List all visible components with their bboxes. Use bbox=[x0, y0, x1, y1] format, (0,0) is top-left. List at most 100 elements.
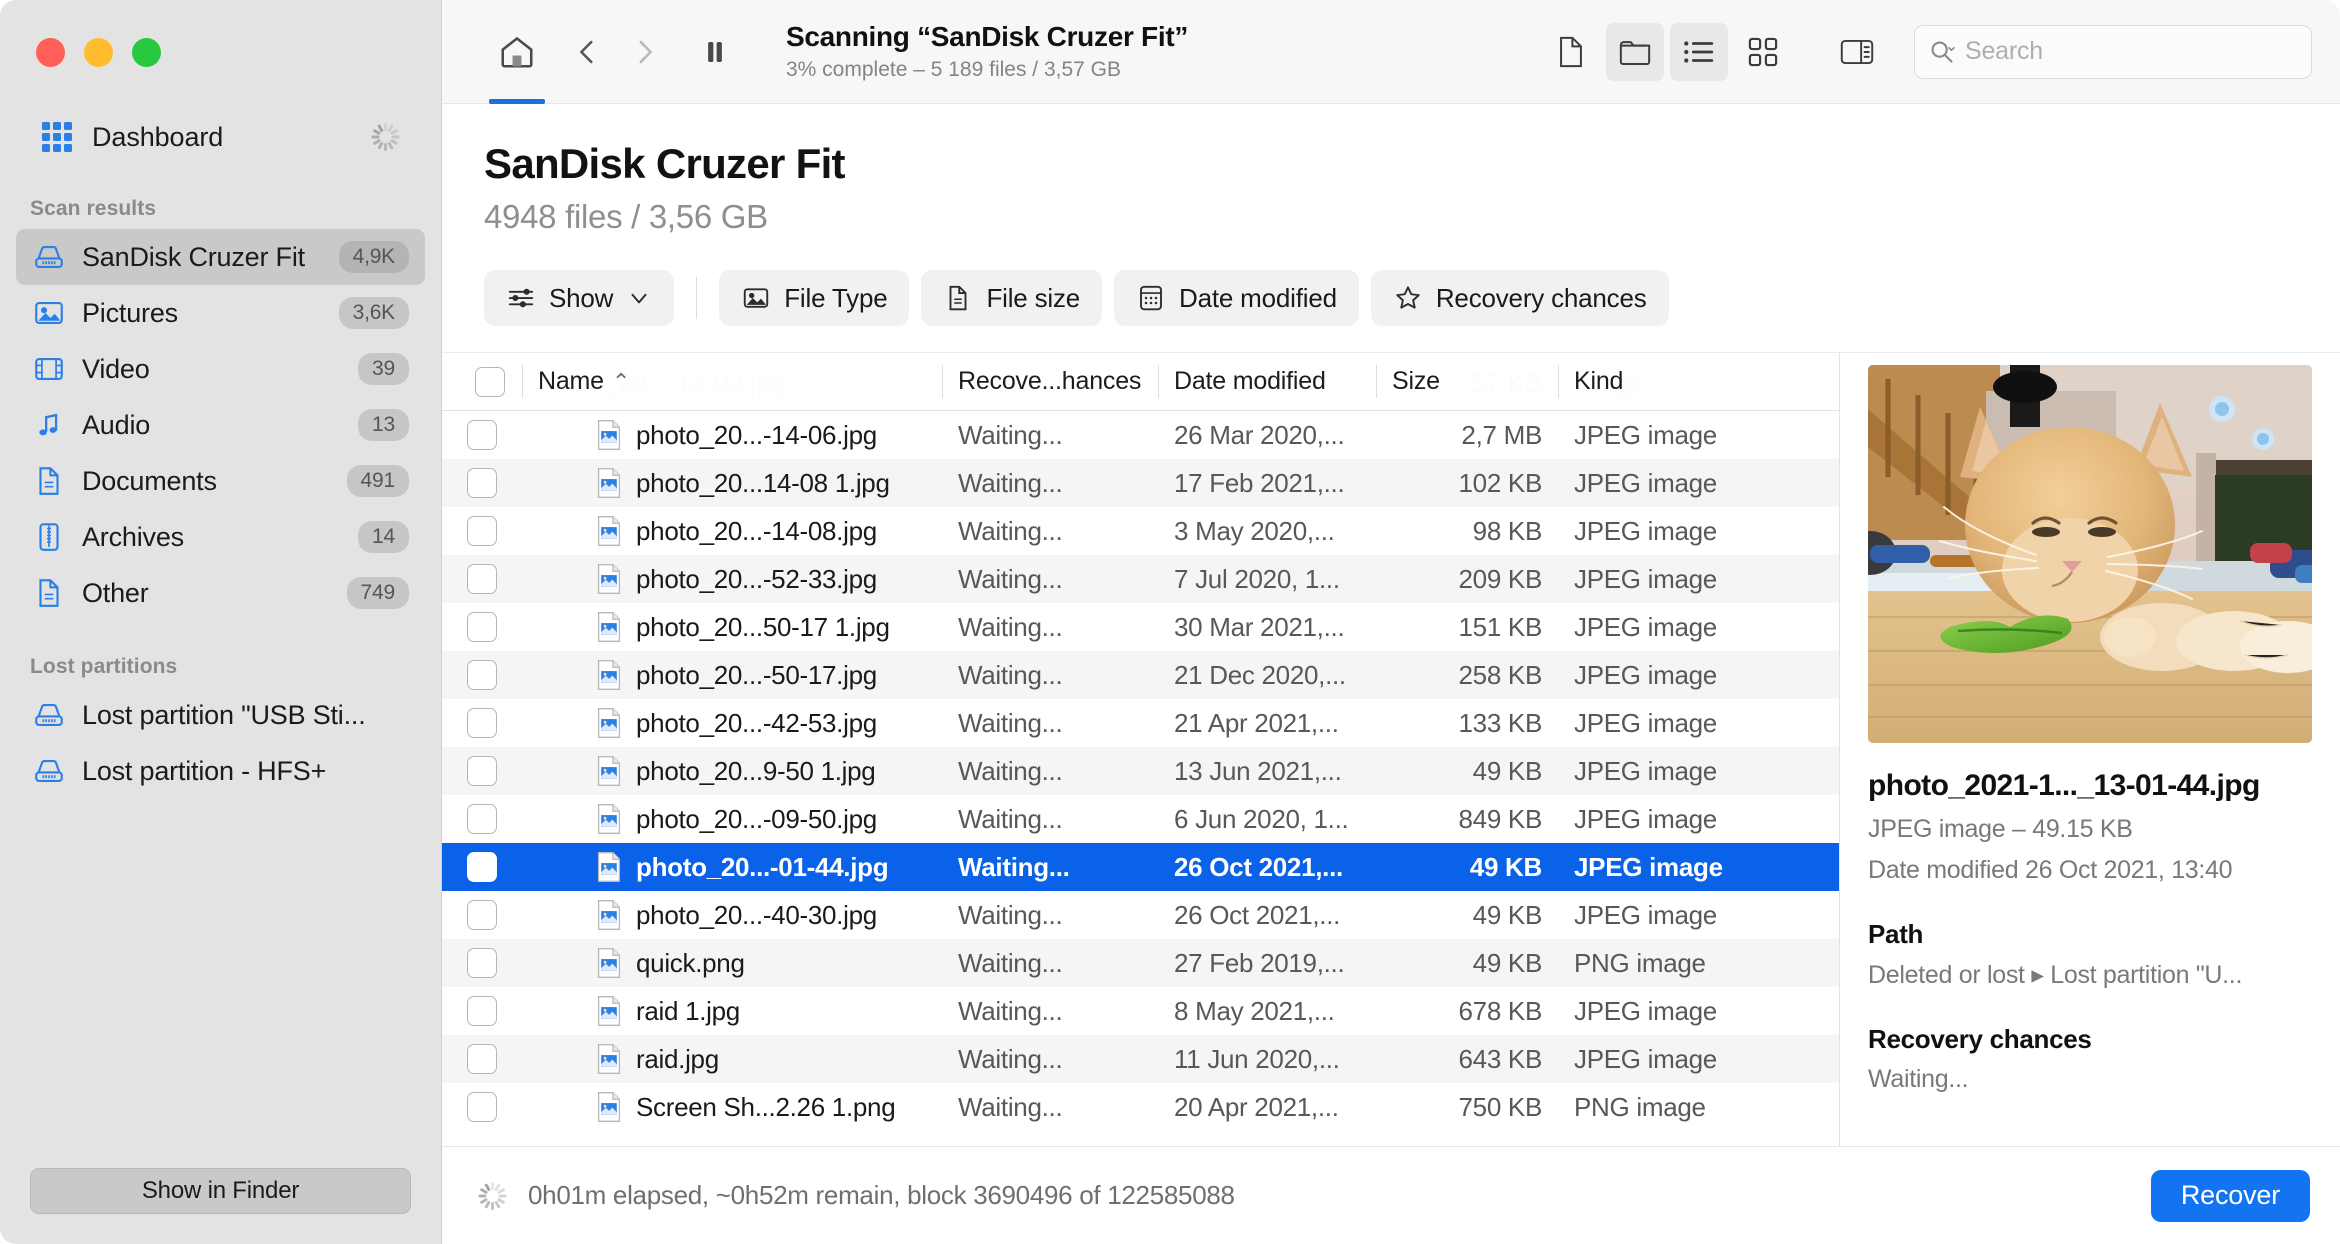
detail-date-modified: Date modified 26 Oct 2021, 13:40 bbox=[1868, 856, 2233, 884]
table-row[interactable]: photo_20...-52-33.jpg Waiting... 7 Jul 202… bbox=[442, 555, 1839, 603]
drive-icon bbox=[35, 704, 63, 726]
image-file-icon bbox=[596, 659, 622, 691]
show-in-finder-button[interactable]: Show in Finder bbox=[30, 1168, 411, 1214]
picture-icon bbox=[32, 296, 66, 330]
sidebar-item-lost-partition-hfs[interactable]: Lost partition - HFS+ bbox=[16, 743, 425, 799]
sidebar-item-other[interactable]: Other 749 bbox=[16, 565, 425, 621]
page-header: SanDisk Cruzer Fit 4948 files / 3,56 GB bbox=[442, 104, 2340, 236]
minimize-button[interactable] bbox=[84, 38, 113, 67]
cell-kind: JPEG image bbox=[1574, 515, 1717, 546]
search-input[interactable]: Search bbox=[1965, 37, 2043, 66]
cell-kind: JPEG image bbox=[1574, 995, 1717, 1026]
image-file-icon bbox=[596, 995, 622, 1027]
select-all-checkbox[interactable] bbox=[442, 353, 522, 410]
filter-file-type[interactable]: File Type bbox=[719, 270, 910, 326]
lost-partitions-list: Lost partition "USB Sti... Lost partition… bbox=[0, 687, 441, 799]
checkbox-icon bbox=[467, 612, 497, 642]
video-icon bbox=[32, 352, 66, 386]
file-table: photo_20...-14-02.jpg 57 KB image Name ⌃… bbox=[442, 353, 1840, 1146]
column-header-size[interactable]: Size bbox=[1376, 353, 1558, 410]
image-file-glyph bbox=[597, 996, 621, 1026]
table-row[interactable]: photo_20...-40-30.jpg Waiting... 26 Oct 20… bbox=[442, 891, 1839, 939]
sidebar-toggle-button[interactable] bbox=[1828, 23, 1886, 81]
document-icon bbox=[32, 576, 66, 610]
table-row[interactable]: raid.jpg Waiting... 11 Jun 2020,... 643 KB J… bbox=[442, 1035, 1839, 1083]
list-view-button[interactable] bbox=[1670, 22, 1728, 81]
pause-scan-button[interactable] bbox=[686, 23, 744, 81]
table-row[interactable]: photo_20...9-50 1.jpg Waiting... 13 Jun 20… bbox=[442, 747, 1839, 795]
sidebar-item-documents[interactable]: Documents 491 bbox=[16, 453, 425, 509]
row-checkbox[interactable] bbox=[442, 468, 522, 498]
close-button[interactable] bbox=[36, 38, 65, 67]
image-file-glyph bbox=[597, 612, 621, 642]
row-checkbox[interactable] bbox=[442, 948, 522, 978]
row-checkbox[interactable] bbox=[442, 660, 522, 690]
table-row[interactable]: quick.png Waiting... 27 Feb 2019,... 49 KB P… bbox=[442, 939, 1839, 987]
search-box[interactable]: Search bbox=[1914, 24, 2312, 79]
row-checkbox[interactable] bbox=[442, 1092, 522, 1122]
table-row[interactable]: photo_20...-09-50.jpg Waiting... 6 Jun 202… bbox=[442, 795, 1839, 843]
sidebar-item-pictures[interactable]: Pictures 3,6K bbox=[16, 285, 425, 341]
filter-show[interactable]: Show bbox=[484, 270, 675, 326]
row-checkbox[interactable] bbox=[442, 708, 522, 738]
table-row[interactable]: photo_20...-14-08.jpg Waiting... 3 May 202… bbox=[442, 507, 1839, 555]
filter-file-size[interactable]: File size bbox=[921, 270, 1103, 326]
file-view-button[interactable] bbox=[1542, 23, 1600, 81]
forward-button[interactable] bbox=[616, 23, 674, 81]
table-row[interactable]: raid 1.jpg Waiting... 8 May 2021,... 678 KB… bbox=[442, 987, 1839, 1035]
image-file-icon bbox=[596, 707, 622, 739]
sidebar-item-sandisk-cruzer-fit[interactable]: SanDisk Cruzer Fit 4,9K bbox=[16, 229, 425, 285]
audio-icon bbox=[32, 408, 66, 442]
cell-size: 133 KB bbox=[1458, 707, 1543, 738]
grid-view-button[interactable] bbox=[1734, 23, 1792, 81]
file-name: raid 1.jpg bbox=[636, 995, 740, 1026]
chevron-down-icon bbox=[631, 293, 647, 304]
table-row[interactable]: photo_20...-42-53.jpg Waiting... 21 Apr 20… bbox=[442, 699, 1839, 747]
row-checkbox[interactable] bbox=[442, 1044, 522, 1074]
row-checkbox[interactable] bbox=[442, 420, 522, 450]
toolbar-right-group: Search bbox=[1542, 22, 2312, 81]
filter-recovery-chances[interactable]: Recovery chances bbox=[1370, 270, 1669, 326]
table-row[interactable]: photo_20...14-08 1.jpg Waiting... 17 Feb 2… bbox=[442, 459, 1839, 507]
sidebar-item-archives[interactable]: Archives 14 bbox=[16, 509, 425, 565]
row-checkbox[interactable] bbox=[442, 756, 522, 786]
sidebar-item-video[interactable]: Video 39 bbox=[16, 341, 425, 397]
row-checkbox[interactable] bbox=[442, 612, 522, 642]
row-checkbox[interactable] bbox=[442, 996, 522, 1026]
cell-name: photo_20...50-17 1.jpg bbox=[522, 603, 942, 651]
table-row[interactable]: photo_20...50-17 1.jpg Waiting... 30 Mar 2… bbox=[442, 603, 1839, 651]
row-checkbox[interactable] bbox=[442, 900, 522, 930]
filter-date-modified[interactable]: Date modified bbox=[1114, 270, 1359, 326]
back-button[interactable] bbox=[558, 23, 616, 81]
file-name: raid.jpg bbox=[636, 1043, 719, 1074]
column-header-recovery[interactable]: Recove...hances bbox=[942, 353, 1158, 410]
sidebar-item-dashboard[interactable]: Dashboard bbox=[24, 111, 417, 163]
image-file-glyph bbox=[597, 708, 621, 738]
column-header-date[interactable]: Date modified bbox=[1158, 353, 1376, 410]
row-checkbox[interactable] bbox=[442, 804, 522, 834]
row-checkbox[interactable] bbox=[442, 516, 522, 546]
cell-date-modified: 6 Jun 2020, 1... bbox=[1174, 803, 1349, 834]
table-row[interactable]: photo_20...-50-17.jpg Waiting... 21 Dec 20… bbox=[442, 651, 1839, 699]
recover-button[interactable]: Recover bbox=[2150, 1169, 2310, 1222]
table-row[interactable]: photo_20...-14-06.jpg Waiting... 26 Mar 20… bbox=[442, 411, 1839, 459]
table-row[interactable]: photo_20...-01-44.jpg Waiting... 26 Oct 20… bbox=[442, 843, 1839, 891]
image-file-glyph bbox=[597, 804, 621, 834]
table-row[interactable]: Screen Sh...2.26 1.png Waiting... 20 Apr 2… bbox=[442, 1083, 1839, 1131]
cell-size: 2,7 MB bbox=[1461, 419, 1542, 450]
sidebar-item-audio[interactable]: Audio 13 bbox=[16, 397, 425, 453]
sidebar-item-label: SanDisk Cruzer Fit bbox=[82, 241, 305, 272]
column-header-name[interactable]: Name ⌃ bbox=[522, 353, 942, 410]
cell-kind: JPEG image bbox=[1574, 659, 1717, 690]
file-name: photo_20...-09-50.jpg bbox=[636, 803, 877, 834]
image-file-glyph bbox=[597, 1044, 621, 1074]
sidebar-item-lost-partition-usb-sti[interactable]: Lost partition "USB Sti... bbox=[16, 687, 425, 743]
row-checkbox[interactable] bbox=[442, 564, 522, 594]
folder-view-button[interactable] bbox=[1606, 22, 1664, 81]
column-header-kind[interactable]: Kind bbox=[1558, 353, 1839, 410]
cell-size: 49 KB bbox=[1469, 851, 1543, 882]
home-button[interactable] bbox=[488, 23, 546, 104]
grid-view-icon bbox=[1748, 37, 1778, 66]
maximize-button[interactable] bbox=[132, 38, 161, 67]
row-checkbox[interactable] bbox=[442, 852, 522, 882]
